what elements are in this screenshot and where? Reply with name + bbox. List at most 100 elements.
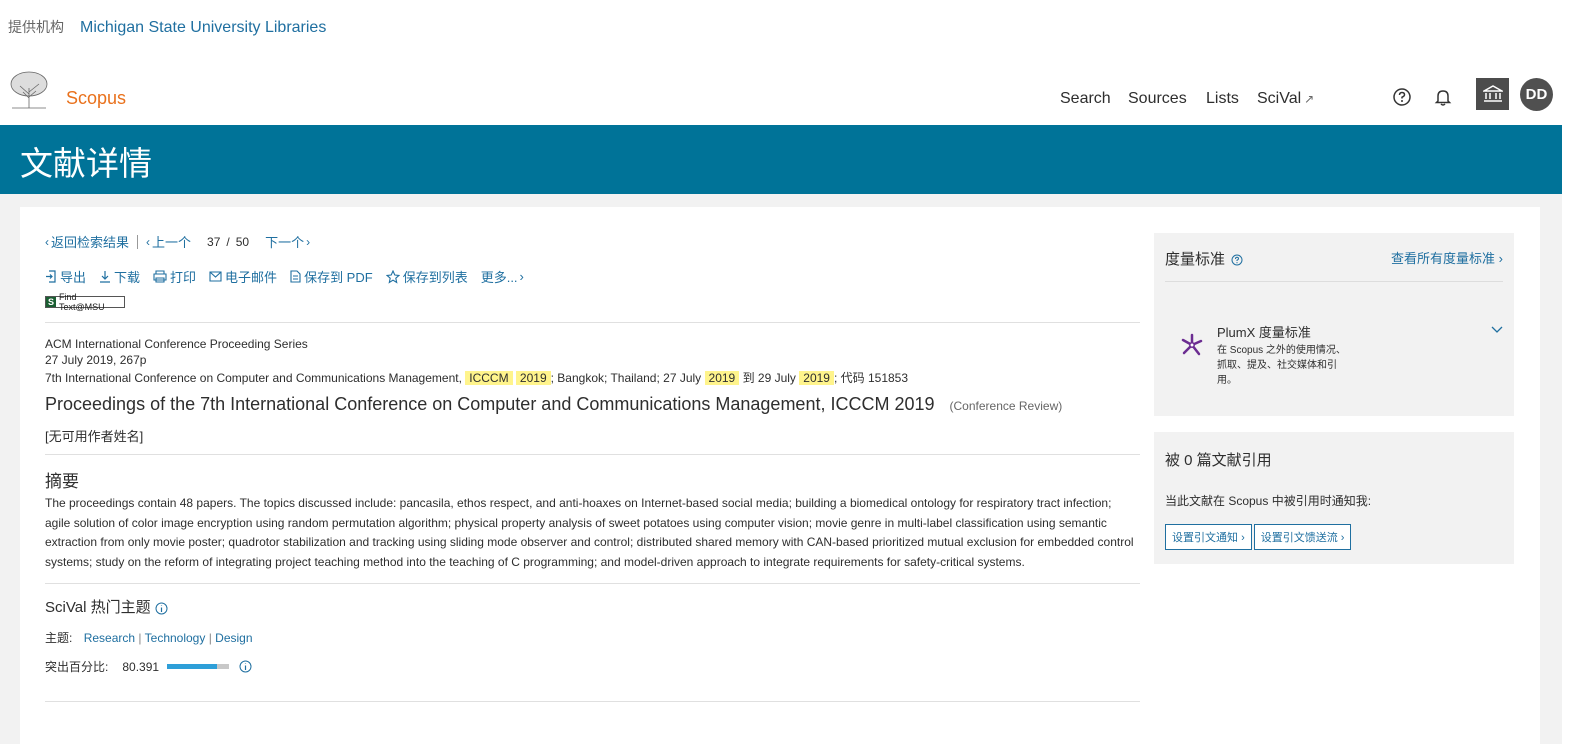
prominence-label: 突出百分比: <box>45 660 109 674</box>
chevron-right-icon: › <box>1241 532 1245 544</box>
chevron-right-icon: › <box>519 269 524 284</box>
citation-feed-label: 设置引文馈送流 <box>1260 532 1338 544</box>
position-separator: / <box>226 234 230 249</box>
star-icon <box>385 269 400 284</box>
chevron-down-icon[interactable] <box>1491 326 1503 334</box>
conf-prefix: 7th International Conference on Computer… <box>45 371 462 385</box>
envelope-icon <box>209 271 222 282</box>
download-label: 下载 <box>114 270 141 285</box>
printer-icon <box>153 270 167 283</box>
email-button[interactable]: 电子邮件 <box>209 267 277 286</box>
citations-heading: 被 0 篇文献引用 <box>1165 452 1272 469</box>
topic-label: 主题: <box>45 631 73 645</box>
citation-alert-label: 设置引文通知 <box>1172 532 1238 544</box>
back-to-results-label: 返回检索结果 <box>51 235 130 250</box>
divider <box>45 454 1140 455</box>
bell-icon[interactable] <box>1432 86 1454 108</box>
export-icon <box>46 270 56 283</box>
external-link-icon: ↗ <box>1304 92 1315 106</box>
citation-feed-button[interactable]: 设置引文馈送流 › <box>1253 524 1352 550</box>
user-avatar[interactable]: DD <box>1520 78 1553 111</box>
topic-link[interactable]: Design <box>215 631 252 645</box>
divider <box>1165 281 1503 282</box>
view-all-metrics-link[interactable]: 查看所有度量标准 › <box>1391 248 1503 267</box>
page-banner: 文献详情 <box>0 125 1562 194</box>
divider <box>137 234 139 249</box>
document-title: Proceedings of the 7th International Con… <box>45 394 935 414</box>
view-all-metrics-label: 查看所有度量标准 <box>1391 251 1496 266</box>
plumx-title[interactable]: PlumX 度量标准 <box>1217 322 1311 341</box>
prominence-row: 突出百分比: 80.391 <box>45 658 252 675</box>
print-label: 打印 <box>170 270 197 285</box>
nav-search[interactable]: Search <box>1060 90 1111 108</box>
prev-label: 上一个 <box>152 235 192 250</box>
findtext-logo: S <box>46 297 56 307</box>
findtext-button[interactable]: S Find Text@MSU <box>45 292 125 312</box>
authors: [无可用作者姓名] <box>45 429 144 444</box>
topic-link[interactable]: Research <box>84 631 135 645</box>
metrics-panel: 度量标准 查看所有度量标准 › PlumX 度量标准 在 Scopus 之外的使… <box>1154 233 1514 416</box>
nav-scival[interactable]: SciVal ↗ <box>1257 90 1314 108</box>
citations-panel: 被 0 篇文献引用 当此文献在 Scopus 中被引用时通知我: 设置引文通知 … <box>1154 432 1514 564</box>
back-to-results-link[interactable]: ‹ 返回检索结果 <box>45 232 129 251</box>
topic-link[interactable]: Technology <box>145 631 206 645</box>
next-link[interactable]: 下一个 › <box>265 232 310 251</box>
top-bar: 提供机构 Michigan State University Libraries… <box>0 0 1580 125</box>
divider <box>45 322 1140 323</box>
citation-notify-text: 当此文献在 Scopus 中被引用时通知我: <box>1165 494 1372 508</box>
prominence-meter-fill <box>167 664 217 669</box>
nav-lists[interactable]: Lists <box>1206 90 1239 108</box>
info-icon[interactable] <box>239 660 252 673</box>
more-button[interactable]: 更多... › <box>481 267 524 286</box>
action-toolbar: 导出 下载 打印 电子邮件 保存到 PDF 保存到列表 更多... › <box>45 267 537 286</box>
findtext-label: Find Text@MSU <box>58 292 105 312</box>
help-icon[interactable] <box>1391 86 1413 108</box>
citation-buttons: 设置引文通知 › 设置引文馈送流 › <box>1165 524 1353 550</box>
citation-alert-button[interactable]: 设置引文通知 › <box>1165 524 1252 550</box>
result-total: 50 <box>235 234 250 249</box>
metrics-heading-row: 度量标准 <box>1165 248 1243 269</box>
chevron-left-icon: ‹ <box>146 234 151 249</box>
institution-icon <box>1482 85 1503 102</box>
conf-mid: ; Bangkok; Thailand; 27 July <box>550 371 702 385</box>
institution-label: 提供机构 <box>8 19 64 35</box>
download-button[interactable]: 下载 <box>99 267 140 286</box>
scival-heading-row: SciVal 热门主题 <box>45 596 168 617</box>
save-pdf-button[interactable]: 保存到 PDF <box>290 267 373 286</box>
document-type: (Conference Review) <box>949 399 1063 413</box>
chevron-left-icon: ‹ <box>45 234 49 249</box>
plumx-desc-line: 抓取、提及、社交媒体和引 <box>1217 360 1337 371</box>
abstract-text: The proceedings contain 48 papers. The t… <box>45 496 1134 569</box>
print-button[interactable]: 打印 <box>153 267 196 286</box>
divider <box>45 583 1140 584</box>
institution-button[interactable] <box>1476 78 1509 110</box>
document-title-row: Proceedings of the 7th International Con… <box>45 394 1062 415</box>
highlight-term: 2019 <box>799 371 834 385</box>
topic-separator: | <box>208 631 212 645</box>
scrollbar[interactable] <box>1562 125 1580 744</box>
elsevier-tree-logo <box>8 70 50 110</box>
next-label: 下一个 <box>265 235 305 250</box>
help-icon[interactable] <box>1231 254 1243 266</box>
info-icon[interactable] <box>155 602 168 615</box>
prev-link[interactable]: ‹ 上一个 <box>146 232 191 251</box>
highlight-term: ICCCM <box>465 371 513 385</box>
date-pages: 27 July 2019, 267p <box>45 353 147 367</box>
plumx-description: 在 Scopus 之外的使用情况、 抓取、提及、社交媒体和引 用。 <box>1217 343 1346 388</box>
metrics-heading: 度量标准 <box>1165 251 1226 268</box>
save-to-list-button[interactable]: 保存到列表 <box>385 267 468 286</box>
scopus-brand[interactable]: Scopus <box>66 88 126 109</box>
scival-heading: SciVal 热门主题 <box>45 599 151 616</box>
plumx-icon <box>1181 333 1203 356</box>
result-navigation: ‹ 返回检索结果 ‹ 上一个 37 / 50 下一个 › <box>45 232 310 251</box>
email-label: 电子邮件 <box>225 270 278 285</box>
highlight-term: 2019 <box>515 371 551 385</box>
nav-sources[interactable]: Sources <box>1128 90 1187 108</box>
plumx-desc-line: 用。 <box>1217 375 1237 386</box>
institution-link[interactable]: Michigan State University Libraries <box>80 19 326 37</box>
abstract-heading: 摘要 <box>45 472 79 491</box>
topics-row: 主题: Research | Technology | Design <box>45 629 253 646</box>
prominence-meter <box>167 664 230 669</box>
download-icon <box>100 271 111 283</box>
export-button[interactable]: 导出 <box>45 267 86 286</box>
